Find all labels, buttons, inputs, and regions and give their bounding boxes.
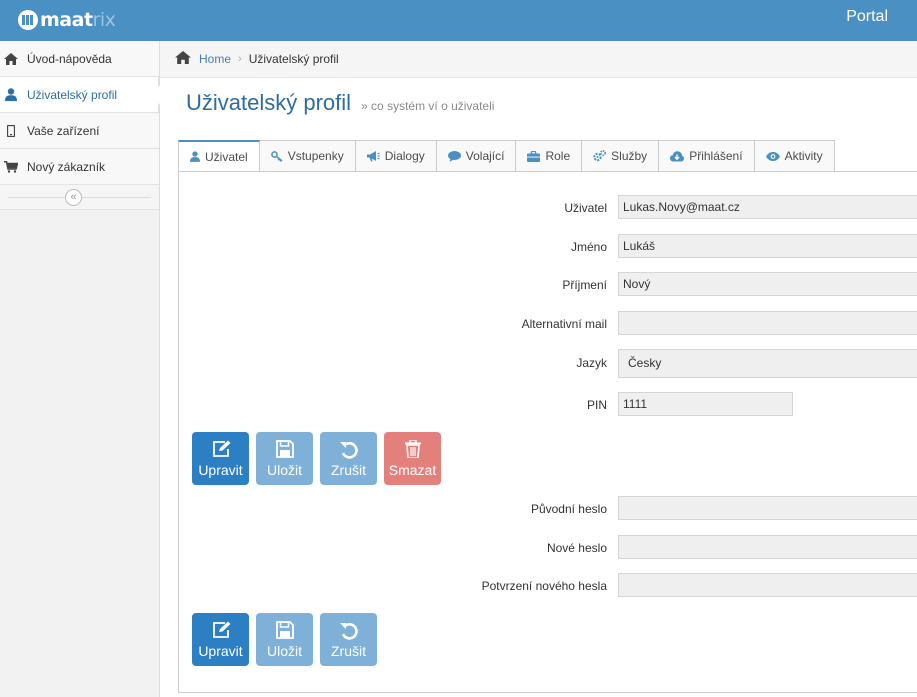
eye-icon bbox=[765, 151, 780, 161]
floppy-icon bbox=[275, 620, 294, 640]
sidebar-item-label: Vaše zařízení bbox=[27, 123, 100, 138]
save-button[interactable]: Uložit bbox=[256, 432, 313, 485]
key-icon bbox=[270, 150, 283, 162]
sidebar-item-label: Uživatelský profil bbox=[27, 87, 118, 102]
cancel-button[interactable]: Zrušit bbox=[320, 432, 377, 485]
tab-dialogs[interactable]: Dialogy bbox=[355, 140, 437, 172]
surname-label: Příjmení bbox=[562, 278, 607, 292]
logo[interactable]: maatrix bbox=[18, 8, 116, 32]
new-password-label: Nové heslo bbox=[546, 541, 607, 555]
top-bar: maatrix Portal bbox=[0, 0, 917, 41]
sidebar-item-new-customer[interactable]: Nový zákazník bbox=[0, 149, 159, 185]
floppy-icon bbox=[275, 439, 294, 459]
language-label: Jazyk bbox=[576, 356, 607, 370]
breadcrumb: Home › Uživatelský profil bbox=[160, 41, 917, 78]
user-label: Uživatel bbox=[564, 201, 607, 215]
edit-button[interactable]: Upravit bbox=[192, 432, 249, 485]
home-icon bbox=[2, 52, 20, 65]
mobile-icon bbox=[2, 124, 20, 137]
alternative-mail-field[interactable] bbox=[618, 311, 917, 335]
collapse-icon[interactable]: « bbox=[65, 189, 82, 206]
tab-login[interactable]: Přihlášení bbox=[659, 140, 755, 172]
breadcrumb-home-link[interactable]: Home bbox=[199, 52, 231, 66]
password-edit-button[interactable]: Upravit bbox=[192, 613, 249, 666]
alternative-mail-label: Alternativní mail bbox=[521, 317, 607, 331]
megaphone-icon bbox=[366, 150, 380, 162]
sidebar-item-label: Nový zákazník bbox=[27, 159, 106, 174]
edit-icon bbox=[211, 620, 231, 640]
profile-tabs: Uživatel Vstupenky Dialogy Volající Role… bbox=[178, 140, 835, 172]
edit-icon bbox=[211, 439, 231, 459]
delete-button[interactable]: Smazat bbox=[384, 432, 441, 485]
home-icon[interactable] bbox=[175, 51, 191, 67]
tab-services[interactable]: Služby bbox=[582, 140, 660, 172]
gears-icon bbox=[593, 150, 607, 162]
password-cancel-button[interactable]: Zrušit bbox=[320, 613, 377, 666]
tab-role[interactable]: Role bbox=[516, 140, 583, 172]
breadcrumb-current: Uživatelský profil bbox=[248, 52, 339, 66]
trash-icon bbox=[404, 439, 421, 459]
password-save-button[interactable]: Uložit bbox=[256, 613, 313, 666]
old-password-field[interactable] bbox=[618, 496, 917, 520]
logo-text: maatrix bbox=[40, 9, 116, 31]
page-subtitle: » co systém ví o uživateli bbox=[361, 99, 495, 113]
language-select[interactable]: Česky bbox=[618, 349, 917, 378]
tab-activities[interactable]: Aktivity bbox=[754, 140, 835, 172]
sidebar: Úvod-nápověda Uživatelský profil Vaše za… bbox=[0, 41, 160, 697]
sidebar-item-home[interactable]: Úvod-nápověda bbox=[0, 41, 159, 77]
name-label: Jméno bbox=[570, 240, 607, 254]
cart-icon bbox=[2, 160, 20, 173]
chat-icon bbox=[447, 150, 461, 162]
cloud-download-icon bbox=[670, 150, 685, 162]
confirm-password-field[interactable] bbox=[618, 573, 917, 597]
portal-title: Portal bbox=[846, 8, 888, 25]
briefcase-icon bbox=[527, 150, 541, 162]
old-password-label: Původní heslo bbox=[530, 502, 607, 516]
user-field[interactable] bbox=[618, 195, 917, 219]
pin-field[interactable] bbox=[618, 392, 793, 416]
logo-icon bbox=[18, 10, 38, 30]
user-icon bbox=[2, 88, 20, 101]
pin-label: PIN bbox=[586, 398, 607, 412]
user-icon bbox=[190, 151, 200, 162]
tab-user[interactable]: Uživatel bbox=[178, 140, 260, 172]
undo-icon bbox=[339, 620, 359, 640]
sidebar-item-label: Úvod-nápověda bbox=[27, 51, 112, 66]
page-title: Uživatelský profil bbox=[186, 90, 352, 115]
sidebar-collapse-row: « bbox=[0, 185, 159, 210]
sidebar-item-user-profile[interactable]: Uživatelský profil bbox=[0, 77, 160, 113]
page-header: Uživatelský profil » co systém ví o uživ… bbox=[186, 90, 494, 116]
tab-tickets[interactable]: Vstupenky bbox=[259, 140, 356, 172]
tab-callers[interactable]: Volající bbox=[436, 140, 517, 172]
breadcrumb-separator: › bbox=[238, 53, 242, 65]
undo-icon bbox=[339, 439, 359, 459]
confirm-password-label: Potvrzení nového hesla bbox=[481, 579, 607, 593]
sidebar-item-devices[interactable]: Vaše zařízení bbox=[0, 113, 159, 149]
surname-field[interactable] bbox=[618, 272, 917, 296]
new-password-field[interactable] bbox=[618, 535, 917, 559]
name-field[interactable] bbox=[618, 234, 917, 258]
